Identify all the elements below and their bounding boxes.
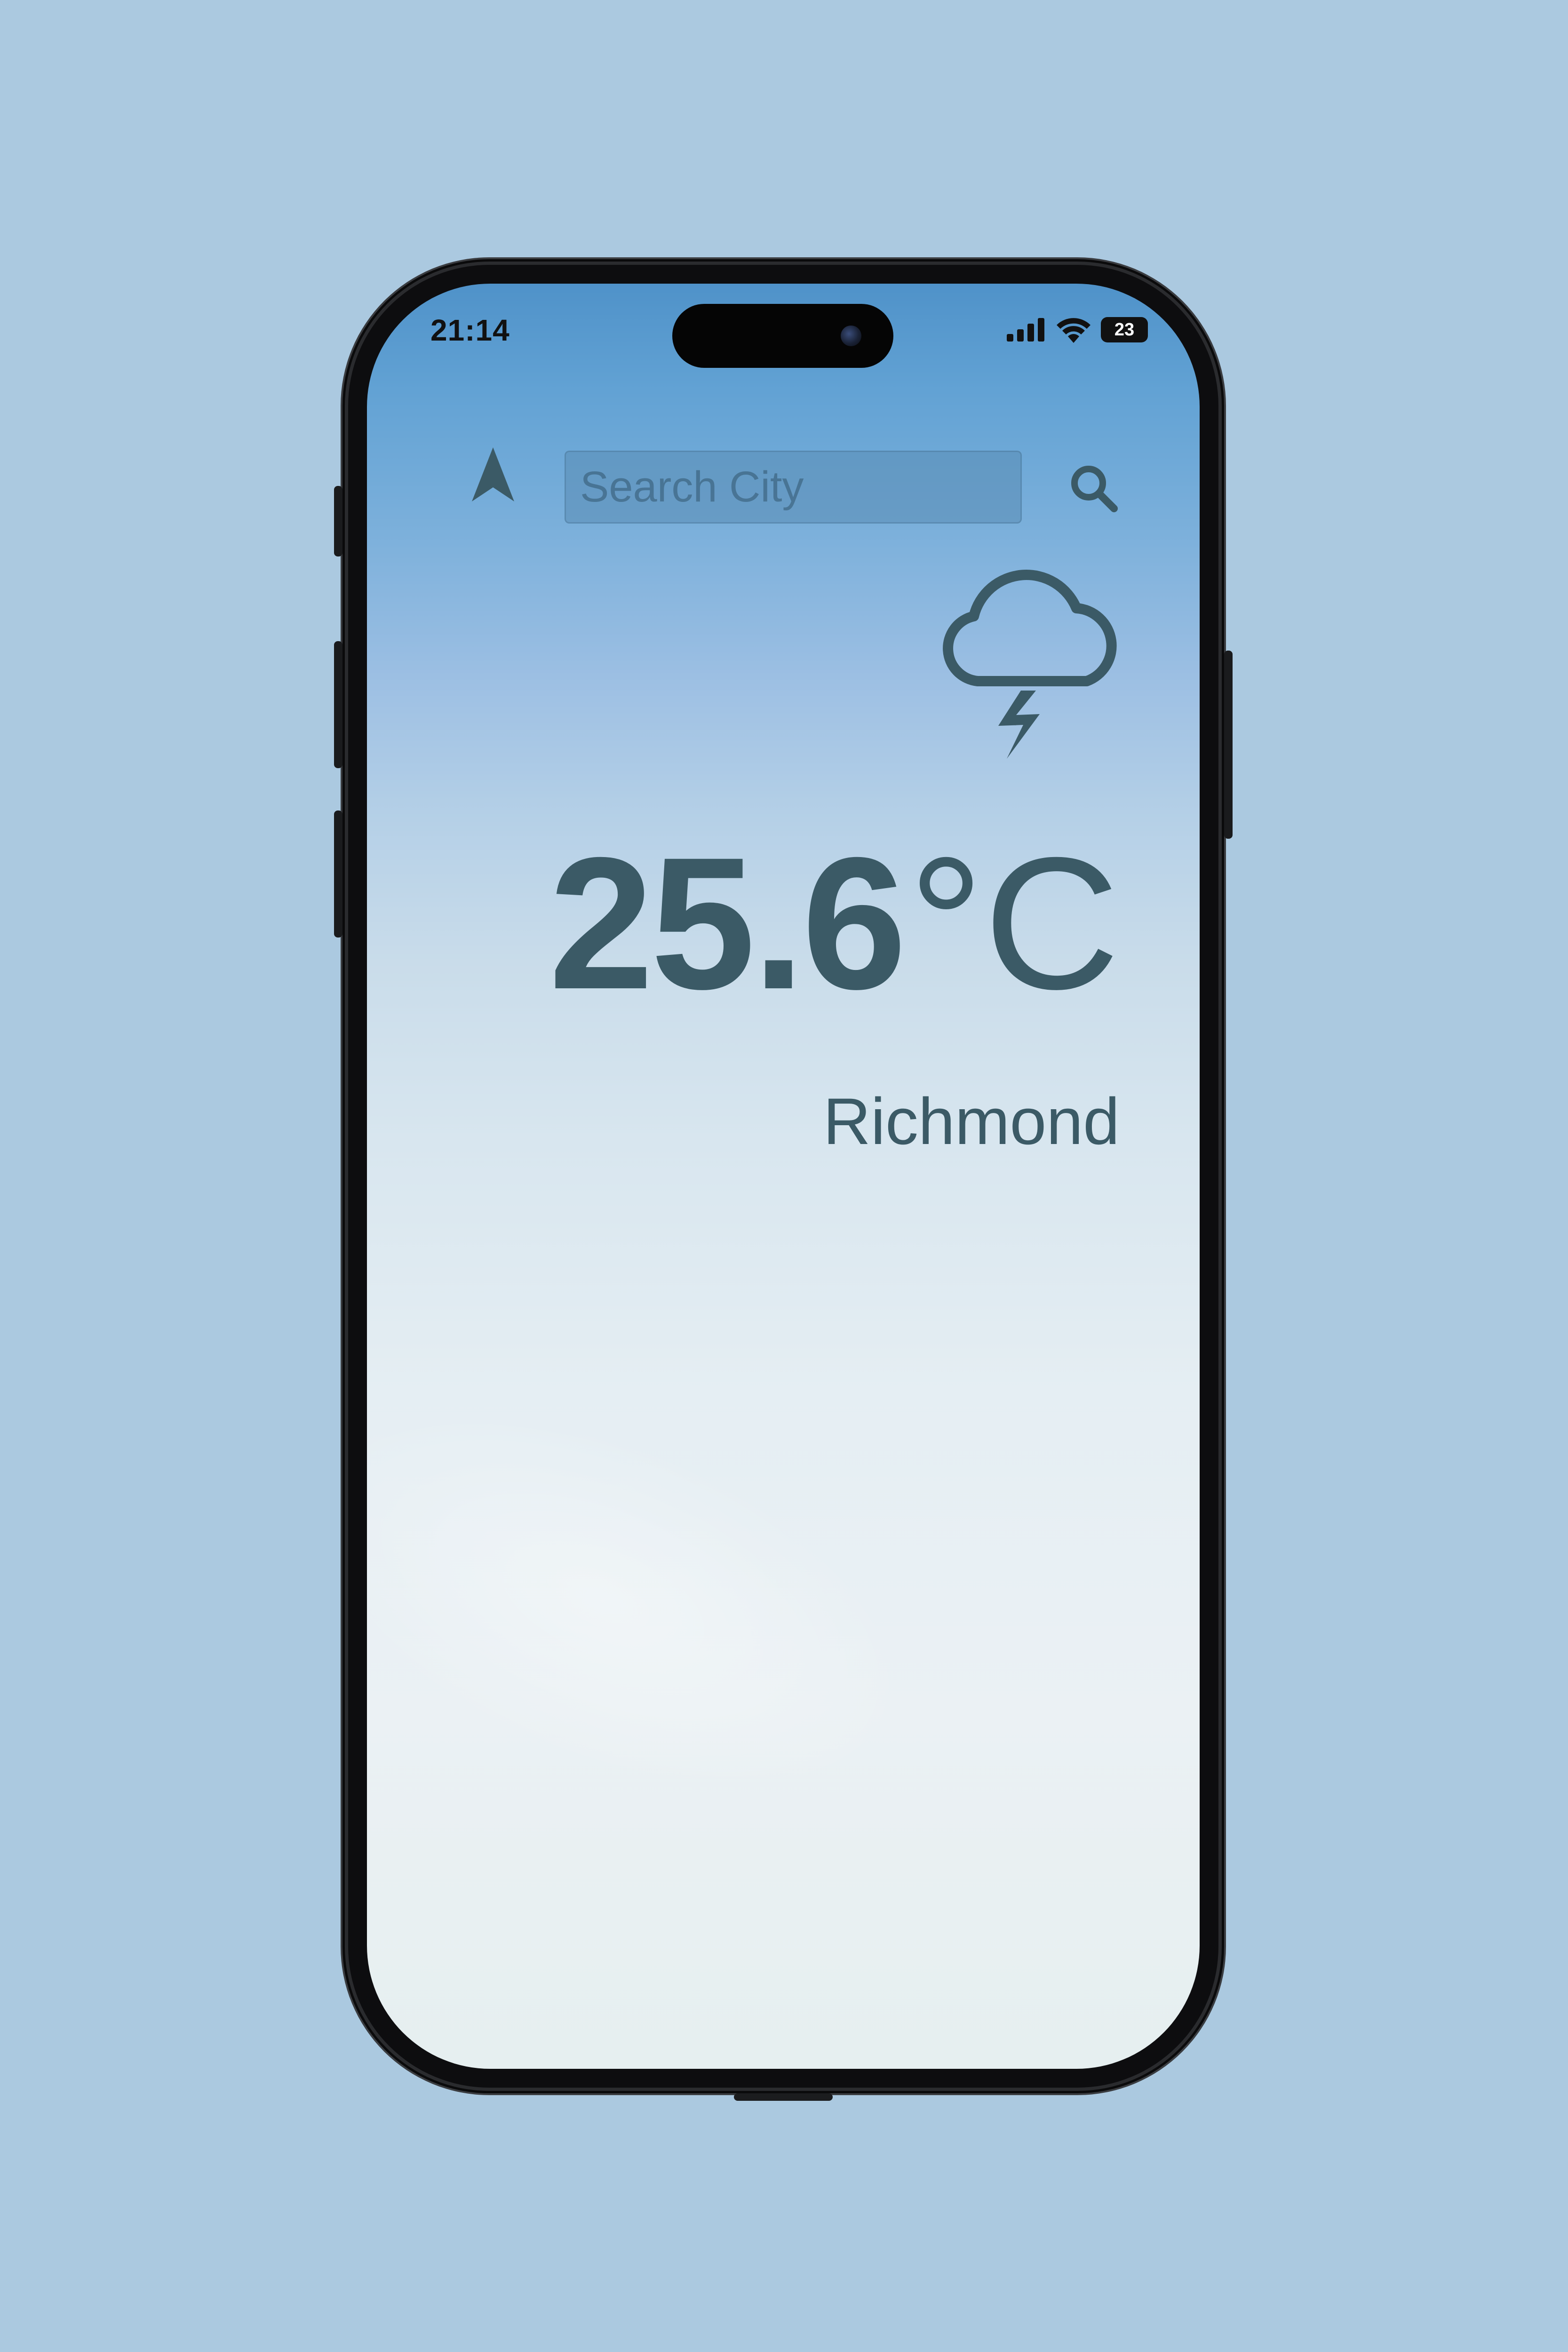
volume-down-button <box>334 810 342 938</box>
power-button <box>1224 651 1233 839</box>
volume-up-button <box>334 641 342 768</box>
search-button[interactable] <box>1059 453 1129 524</box>
wifi-icon <box>1057 318 1090 343</box>
search-icon <box>1071 466 1118 512</box>
location-arrow-icon <box>472 447 514 501</box>
temperature-unit: °C <box>908 818 1120 1028</box>
cloud-lightning-icon <box>943 570 1117 759</box>
temperature-display: 25.6 °C <box>549 829 1120 1017</box>
status-icons: 23 <box>1007 317 1148 343</box>
status-time: 21:14 <box>430 313 510 347</box>
signal-icon <box>1007 318 1044 342</box>
location-arrow-button[interactable] <box>470 444 517 505</box>
battery-icon: 23 <box>1101 317 1148 342</box>
phone-frame: 21:14 23 Search City 25.6 °C Richmond <box>334 265 1233 2101</box>
action-button <box>334 486 342 556</box>
front-camera <box>841 326 861 346</box>
home-indicator <box>734 2093 833 2101</box>
dynamic-island <box>672 304 893 368</box>
city-name: Richmond <box>823 1084 1120 1158</box>
temperature-value: 25.6 <box>549 818 907 1028</box>
app-screen: 21:14 23 Search City 25.6 °C Richmond <box>367 284 1200 2069</box>
search-city-input[interactable] <box>565 451 1022 524</box>
